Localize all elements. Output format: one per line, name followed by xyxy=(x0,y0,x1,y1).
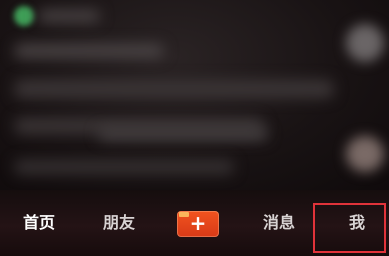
tab-messages[interactable]: 消息 xyxy=(258,210,300,236)
feed-content-blurred xyxy=(0,0,389,190)
highlight-box xyxy=(313,203,386,253)
tab-friends[interactable]: 朋友 xyxy=(98,210,140,236)
blurred-text-line xyxy=(98,128,268,140)
blurred-text-line xyxy=(14,44,164,58)
blurred-username xyxy=(38,10,100,22)
blurred-side-avatar xyxy=(346,24,384,62)
blurred-avatar xyxy=(14,6,34,26)
blurred-text-line xyxy=(14,160,234,174)
plus-icon: + xyxy=(189,211,207,235)
tab-home[interactable]: 首页 xyxy=(18,210,60,236)
add-button[interactable]: + xyxy=(177,211,219,237)
blurred-text-line xyxy=(14,80,334,98)
blurred-side-avatar xyxy=(346,136,384,172)
